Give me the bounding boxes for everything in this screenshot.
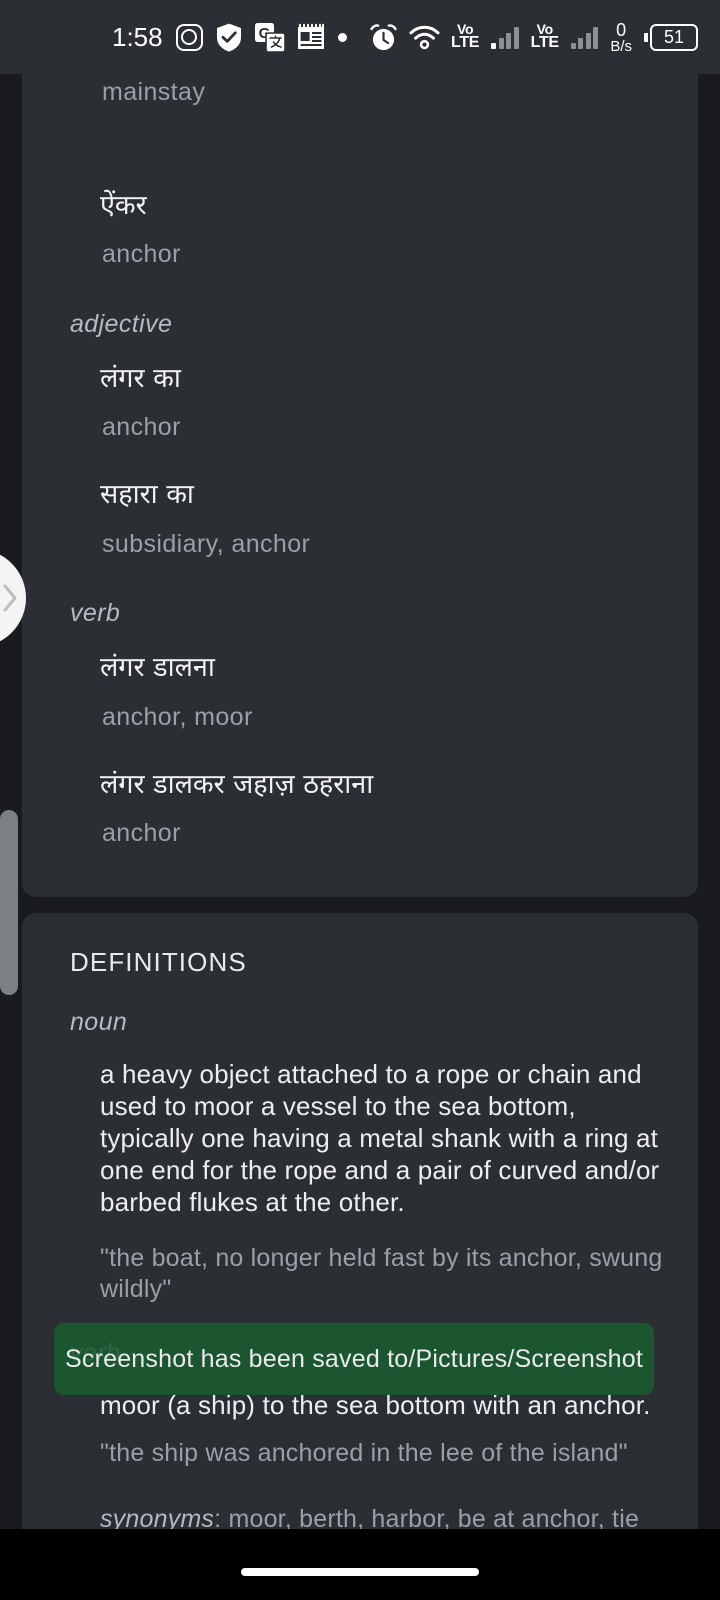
shield-check-icon: [216, 23, 242, 52]
translations-card: mainstay ऐंकर anchor adjective लंगर का a…: [22, 74, 698, 897]
status-bar: 1:58 G Vo LTE Vo LTE 0 B/s 51: [0, 0, 720, 74]
translation-term[interactable]: लंगर डालना: [22, 650, 698, 686]
status-bar-clock: 1:58: [112, 21, 163, 52]
battery-nub: [644, 32, 648, 42]
chevron-right-icon: [3, 584, 17, 612]
battery-level-label: 51: [650, 23, 698, 51]
toast-notification: Screenshot has been saved to/Pictures/Sc…: [54, 1323, 654, 1395]
pos-label-noun: noun: [70, 1007, 128, 1036]
volte-sim1-icon: Vo LTE: [451, 21, 480, 52]
definitions-title: DEFINITIONS: [70, 946, 247, 977]
signal-sim1-icon: [491, 25, 519, 49]
signal-sim2-icon: [570, 25, 599, 49]
battery-icon: 51: [644, 23, 698, 51]
home-indicator-pill[interactable]: [241, 1567, 479, 1576]
content-scroll-area[interactable]: mainstay ऐंकर anchor adjective लंगर का a…: [0, 74, 720, 1529]
translation-gloss: subsidiary, anchor: [102, 529, 311, 558]
news-icon: [297, 23, 325, 51]
synonyms-label: synonyms: [100, 1505, 215, 1529]
status-bar-left-group: 1:58 G: [112, 22, 347, 53]
synonyms-row: synonyms: moor, berth, harbor, be at anc…: [22, 1503, 698, 1529]
phone-screen: 1:58 G Vo LTE Vo LTE 0 B/s 51 mainstay ऐ…: [0, 0, 720, 1600]
definitions-card: DEFINITIONS noun a heavy object attached…: [22, 912, 698, 1529]
pos-label-verb: verb: [70, 599, 121, 628]
translation-gloss: anchor, moor: [102, 702, 253, 731]
network-speed-value: 0: [616, 19, 627, 40]
noun-definition-text: a heavy object attached to a rope or cha…: [100, 1058, 660, 1217]
google-translate-icon: G: [254, 22, 286, 53]
translation-gloss: anchor: [102, 413, 181, 442]
network-speed-indicator: 0 B/s: [610, 21, 632, 54]
instagram-icon: [175, 23, 203, 51]
translation-term[interactable]: सहारा का: [22, 477, 698, 513]
translation-gloss: anchor: [102, 240, 181, 269]
system-navigation-bar: [0, 1529, 720, 1600]
verb-example-text: "the ship was anchored in the lee of the…: [100, 1439, 628, 1467]
vertical-scrollbar[interactable]: [0, 810, 18, 995]
dot-indicator-icon: [337, 32, 347, 42]
translation-gloss: anchor: [102, 818, 181, 847]
noun-example-text: "the boat, no longer held fast by its an…: [100, 1243, 663, 1303]
translation-term[interactable]: ऐंकर: [22, 188, 698, 224]
status-bar-right-group: Vo LTE Vo LTE 0 B/s 51: [369, 21, 698, 54]
partial-gloss-top: mainstay: [102, 78, 206, 106]
toast-message: Screenshot has been saved to/Pictures/Sc…: [65, 1344, 643, 1373]
pos-label-adjective: adjective: [70, 309, 173, 338]
synonyms-separator: :: [214, 1505, 229, 1529]
translation-term[interactable]: लंगर डालकर जहाज़ ठहराना: [22, 767, 698, 803]
volte-sim2-icon: Vo LTE: [530, 21, 559, 52]
translation-term[interactable]: लंगर का: [22, 361, 698, 397]
alarm-icon: [369, 23, 397, 52]
network-speed-unit: B/s: [610, 37, 632, 55]
wifi-icon: [409, 25, 440, 50]
